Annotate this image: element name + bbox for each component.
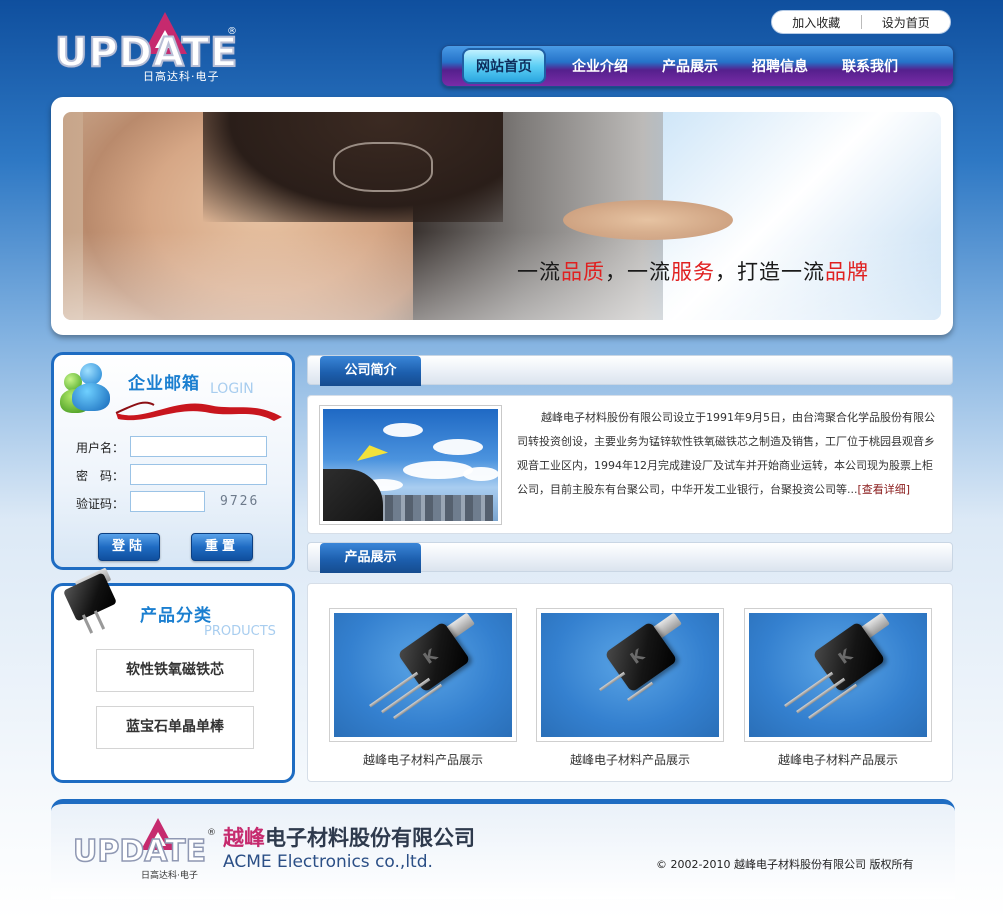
category-title: 产品分类 xyxy=(140,606,212,626)
login-button[interactable]: 登陆 xyxy=(98,533,160,561)
read-more-link[interactable]: [查看详细] xyxy=(858,483,911,496)
products-panel: K 越峰电子材料产品展示 K 越峰电子材料产品展示 K 越峰电子材料产品展示 xyxy=(307,583,953,782)
footer: UPDATE ® 日高达科·电子 越峰电子材料股份有限公司 ACME Elect… xyxy=(51,799,955,899)
about-header: 公司简介 xyxy=(307,355,953,386)
product-caption[interactable]: 越峰电子材料产品展示 xyxy=(329,751,517,768)
category-title-en: PRODUCTS xyxy=(204,624,276,639)
nav-item-contact[interactable]: 联系我们 xyxy=(842,56,898,76)
footer-logo: UPDATE ® 日高达科·电子 xyxy=(72,818,218,881)
logo-registered-mark: ® xyxy=(227,26,237,37)
banner-image: 一流品质，一流服务，打造一流品牌 xyxy=(63,112,941,320)
about-panel: 越峰电子材料股份有限公司设立于1991年9月5日，由台湾聚合化学品股份有限公司转… xyxy=(307,395,953,534)
product-caption[interactable]: 越峰电子材料产品展示 xyxy=(744,751,932,768)
password-input[interactable] xyxy=(130,464,267,485)
username-input[interactable] xyxy=(130,436,267,457)
top-links: 加入收藏 设为首页 xyxy=(771,10,951,34)
login-title-en: LOGIN xyxy=(210,381,254,397)
password-label: 密 码： xyxy=(76,469,125,483)
ribbon-icon xyxy=(115,401,282,421)
username-label: 用户名： xyxy=(76,441,125,455)
reset-button[interactable]: 重置 xyxy=(191,533,253,561)
footer-copyright: © 2002-2010 越峰电子材料股份有限公司 版权所有 xyxy=(656,858,914,871)
login-panel: 企业邮箱 LOGIN 用户名： 密 码： 验证码： 9726 登陆 重置 xyxy=(51,352,295,570)
about-text: 越峰电子材料股份有限公司设立于1991年9月5日，由台湾聚合化学品股份有限公司转… xyxy=(517,411,935,496)
captcha-input[interactable] xyxy=(130,491,205,512)
chip-icon xyxy=(62,567,122,636)
product-card[interactable]: K xyxy=(536,608,724,742)
captcha-label: 验证码： xyxy=(76,497,125,511)
products-header: 产品展示 xyxy=(307,542,953,573)
category-item-ferrite[interactable]: 软性铁氧磁铁芯 xyxy=(96,649,254,692)
set-homepage-link[interactable]: 设为首页 xyxy=(862,14,951,31)
nav-item-products[interactable]: 产品展示 xyxy=(662,56,718,76)
nav-item-about[interactable]: 企业介绍 xyxy=(572,56,628,76)
category-item-sapphire[interactable]: 蓝宝石单晶单棒 xyxy=(96,706,254,749)
footer-company-name: 越峰电子材料股份有限公司 xyxy=(223,826,475,850)
product-image: K xyxy=(749,613,927,737)
nav-item-jobs[interactable]: 招聘信息 xyxy=(752,56,808,76)
site-logo[interactable]: UPDATE ® 日高达科·电子 xyxy=(54,12,240,87)
captcha-image: 9726 xyxy=(220,494,260,509)
product-image: K xyxy=(541,613,719,737)
about-image xyxy=(319,405,502,525)
nav-item-home[interactable]: 网站首页 xyxy=(462,48,546,84)
main-nav: 网站首页 企业介绍 产品展示 招聘信息 联系我们 xyxy=(441,45,954,87)
product-card[interactable]: K xyxy=(744,608,932,742)
footer-company-en: ACME Electronics co.,ltd. xyxy=(223,852,433,872)
about-heading: 公司简介 xyxy=(320,356,421,386)
category-panel: 产品分类 PRODUCTS 软性铁氧磁铁芯 蓝宝石单晶单棒 xyxy=(51,567,295,783)
login-title: 企业邮箱 xyxy=(128,374,200,394)
banner-slogan: 一流品质，一流服务，打造一流品牌 xyxy=(517,260,869,284)
products-heading: 产品展示 xyxy=(320,543,421,573)
add-favorite-link[interactable]: 加入收藏 xyxy=(772,14,861,31)
product-image: K xyxy=(334,613,512,737)
product-caption[interactable]: 越峰电子材料产品展示 xyxy=(536,751,724,768)
logo-subtitle: 日高达科·电子 xyxy=(143,70,220,83)
product-card[interactable]: K xyxy=(329,608,517,742)
